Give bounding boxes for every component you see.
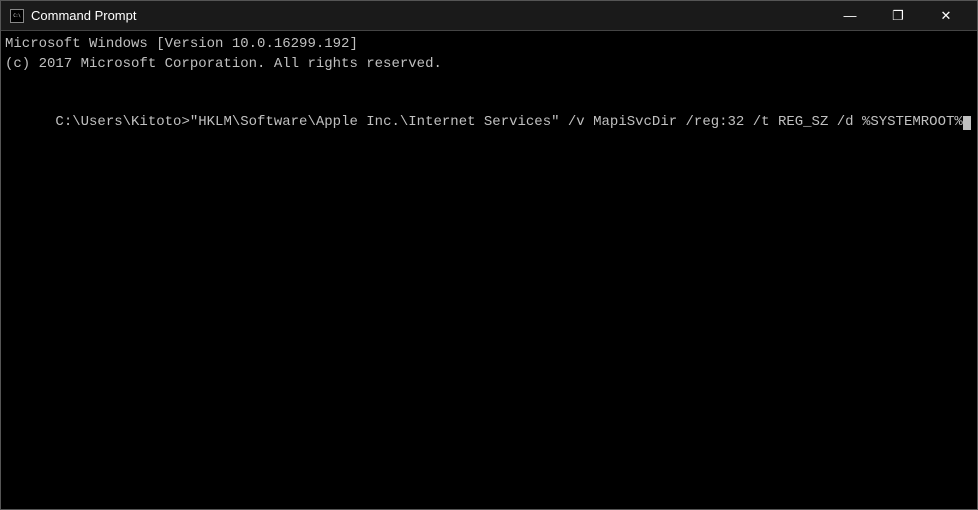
maximize-button[interactable]: ❐ [875, 2, 921, 30]
title-bar-left: Command Prompt [9, 8, 136, 24]
window-title: Command Prompt [31, 8, 136, 23]
window-controls: — ❐ ✕ [827, 2, 969, 30]
close-button[interactable]: ✕ [923, 2, 969, 30]
cmd-window: Command Prompt — ❐ ✕ Microsoft Windows [… [0, 0, 978, 510]
cmd-app-icon [9, 8, 25, 24]
cmd-icon [10, 9, 24, 23]
title-bar: Command Prompt — ❐ ✕ [1, 1, 977, 31]
terminal-line-3 [5, 74, 973, 94]
terminal-body[interactable]: Microsoft Windows [Version 10.0.16299.19… [1, 31, 977, 509]
terminal-line-2: (c) 2017 Microsoft Corporation. All righ… [5, 55, 973, 75]
terminal-line-1: Microsoft Windows [Version 10.0.16299.19… [5, 35, 973, 55]
minimize-button[interactable]: — [827, 2, 873, 30]
cursor [963, 116, 971, 130]
terminal-line-4: C:\Users\Kitoto>"HKLM\Software\Apple Inc… [5, 94, 973, 153]
